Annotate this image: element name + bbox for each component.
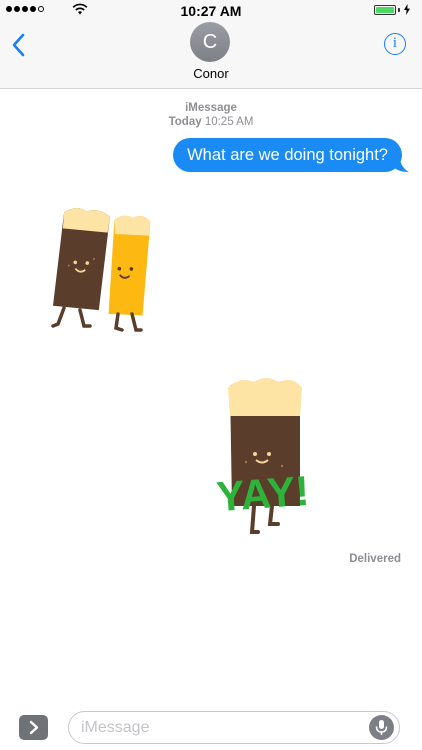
apps-button[interactable] xyxy=(19,715,48,740)
outgoing-message-bubble[interactable]: What are we doing tonight? xyxy=(173,138,402,172)
timestamp-time: 10:25 AM xyxy=(204,116,254,128)
dictation-button[interactable] xyxy=(369,715,394,740)
conversation-header: C Conor i xyxy=(0,20,422,89)
chevron-left-icon[interactable] xyxy=(8,32,32,58)
message-input-placeholder: iMessage xyxy=(81,719,150,736)
message-input[interactable]: iMessage xyxy=(68,711,400,744)
chevron-right-icon xyxy=(29,720,39,735)
charging-bolt-icon xyxy=(404,4,410,15)
microphone-icon xyxy=(375,720,388,735)
cheers-beer-sticker[interactable] xyxy=(46,202,156,337)
battery-icon xyxy=(374,4,410,15)
info-icon[interactable]: i xyxy=(384,33,406,55)
contact-name[interactable]: Conor xyxy=(0,66,422,81)
timestamp-day: Today xyxy=(168,116,202,128)
bubble-tail xyxy=(393,156,409,172)
status-bar: 10:27 AM xyxy=(0,0,422,20)
yay-beer-sticker[interactable]: YAY! xyxy=(204,376,322,538)
status-time: 10:27 AM xyxy=(180,3,242,19)
service-label: iMessage xyxy=(185,102,237,114)
delivered-status: Delivered xyxy=(349,553,401,565)
message-timestamp: Today 10:25 AM xyxy=(0,116,422,128)
message-input-bar: iMessage xyxy=(0,700,422,750)
yay-sticker-text: YAY! xyxy=(215,467,311,520)
contact-avatar[interactable]: C xyxy=(190,22,230,62)
